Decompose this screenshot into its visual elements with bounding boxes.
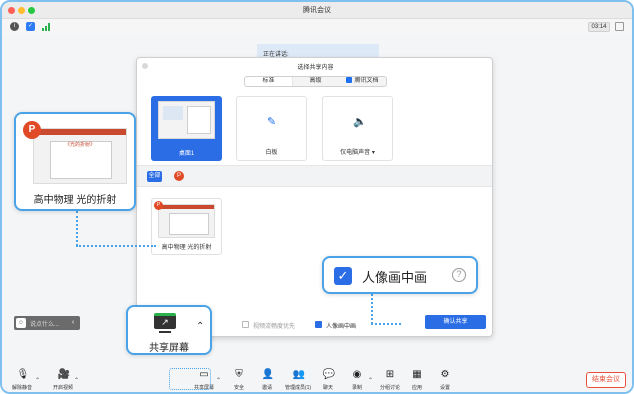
meeting-toolbar: 🎙 解除静音 ⌃ 🎥 开启视频 ⌃ ▭ 共享屏幕 ⌃ ⛨ 安全 👤 邀请 👥 管… — [2, 364, 632, 392]
callout-connector — [371, 323, 401, 325]
callout-connector — [76, 245, 156, 247]
title-bar: 腾讯会议 — [2, 2, 632, 19]
callout-portrait-label: 人像画中画 — [362, 270, 428, 285]
desktop-thumbnail — [158, 101, 215, 139]
filter-all-button[interactable]: 全部 — [147, 171, 162, 182]
video-icon: 🎥 — [57, 369, 70, 380]
fluency-checkbox[interactable] — [242, 321, 249, 328]
invite-icon: 👤 — [261, 369, 274, 380]
portrait-checkbox[interactable] — [315, 321, 322, 328]
chat-icon: 💬 — [322, 369, 335, 380]
fluency-label: 视频流畅度优先 — [253, 324, 296, 330]
signal-icon[interactable] — [42, 22, 52, 31]
ppt-slide-heading: 《光的折射》 — [64, 142, 95, 148]
callout-ppt-window: 《光的折射》 P 高中物理 光的折射 — [14, 112, 136, 211]
tencent-docs-icon — [346, 77, 353, 84]
window-title: 腾讯会议 — [303, 7, 331, 14]
callout-connector — [76, 211, 78, 246]
callout-share-label: 共享屏幕 — [149, 343, 189, 354]
window-item-label: 高中物理 光的折射 — [161, 245, 212, 251]
powerpoint-icon: P — [23, 121, 41, 139]
window-item-ppt[interactable]: P 高中物理 光的折射 — [151, 198, 222, 255]
chevron-up-icon[interactable]: ⌃ — [35, 377, 40, 384]
breakout-icon: ⊞ — [385, 369, 395, 380]
share-tabs: 标准 高级 腾讯文档 — [244, 76, 387, 87]
share-screen-highlight — [169, 368, 211, 390]
ppt-icon: P — [154, 201, 163, 210]
callout-portrait: ✓ 人像画中画 ? — [322, 256, 478, 294]
share-screen-icon: ↗ — [154, 313, 176, 329]
members-icon: 👥 — [292, 369, 305, 380]
settings-icon: ⚙ — [440, 369, 450, 380]
callout-share-screen: ↗ ⌃ 共享屏幕 — [126, 305, 212, 355]
meeting-window: 腾讯会议 i ✓ 03:14 正在讲话: 选择共享内容 标准 高级 腾讯文档 桌… — [0, 0, 634, 394]
filter-ppt-icon[interactable]: P — [174, 171, 184, 181]
info-icon[interactable]: i — [10, 22, 19, 31]
tab-standard[interactable]: 标准 — [245, 77, 292, 86]
chat-input[interactable]: ☺ 说点什么... ‹ — [14, 316, 80, 330]
share-option-audio-label: 仅电脑声音 ▾ — [340, 150, 375, 156]
share-option-audio[interactable]: 🔈 仅电脑声音 ▾ — [322, 96, 393, 161]
share-option-desktop-label: 桌面1 — [178, 151, 195, 157]
confirm-share-button[interactable]: 确认共享 — [425, 315, 486, 329]
tab-advanced[interactable]: 高级 — [292, 77, 339, 86]
checkbox-checked-icon: ✓ — [334, 267, 352, 285]
share-option-whiteboard[interactable]: ✎ 白板 — [236, 96, 307, 161]
meeting-timer: 03:14 — [588, 22, 610, 32]
tab-tencent-docs-label: 腾讯文档 — [354, 78, 379, 84]
shield-icon: ⛨ — [235, 369, 243, 380]
window-filter-bar: 全部 P — [137, 165, 492, 187]
share-option-desktop[interactable]: 桌面1 — [151, 96, 222, 161]
record-icon: ◉ — [352, 369, 362, 380]
help-icon: ? — [452, 268, 466, 282]
speaker-icon: 🔈 — [353, 116, 367, 128]
callout-ppt-label: 高中物理 光的折射 — [33, 195, 117, 206]
share-content-dialog: 选择共享内容 标准 高级 腾讯文档 桌面1 ✎ 白板 🔈 仅电脑声音 ▾ 全部 … — [136, 57, 493, 337]
window-thumbnail — [158, 204, 215, 238]
chevron-left-icon[interactable]: ‹ — [68, 318, 78, 328]
apps-icon: ▦ — [412, 369, 422, 380]
end-meeting-button[interactable]: 结束会议 — [586, 372, 626, 388]
dialog-title: 选择共享内容 — [297, 65, 334, 71]
toolbar-settings[interactable]: ⚙ 设置 — [427, 369, 463, 391]
layout-icon[interactable] — [615, 22, 624, 31]
info-bar: i ✓ 03:14 — [2, 19, 632, 35]
chevron-up-icon[interactable]: ⌃ — [74, 377, 79, 384]
chevron-up-icon: ⌃ — [196, 321, 205, 332]
portrait-label: 人像画中画 — [326, 324, 357, 330]
share-option-whiteboard-label: 白板 — [265, 150, 278, 156]
mic-icon: 🎙 — [16, 369, 30, 380]
shield-icon[interactable]: ✓ — [26, 22, 35, 31]
pen-icon: ✎ — [267, 116, 277, 128]
tab-tencent-docs[interactable]: 腾讯文档 — [339, 77, 386, 86]
emoji-icon[interactable]: ☺ — [16, 318, 26, 328]
chat-placeholder: 说点什么... — [30, 322, 60, 328]
callout-connector — [371, 294, 373, 324]
ppt-thumbnail: 《光的折射》 — [33, 128, 127, 184]
